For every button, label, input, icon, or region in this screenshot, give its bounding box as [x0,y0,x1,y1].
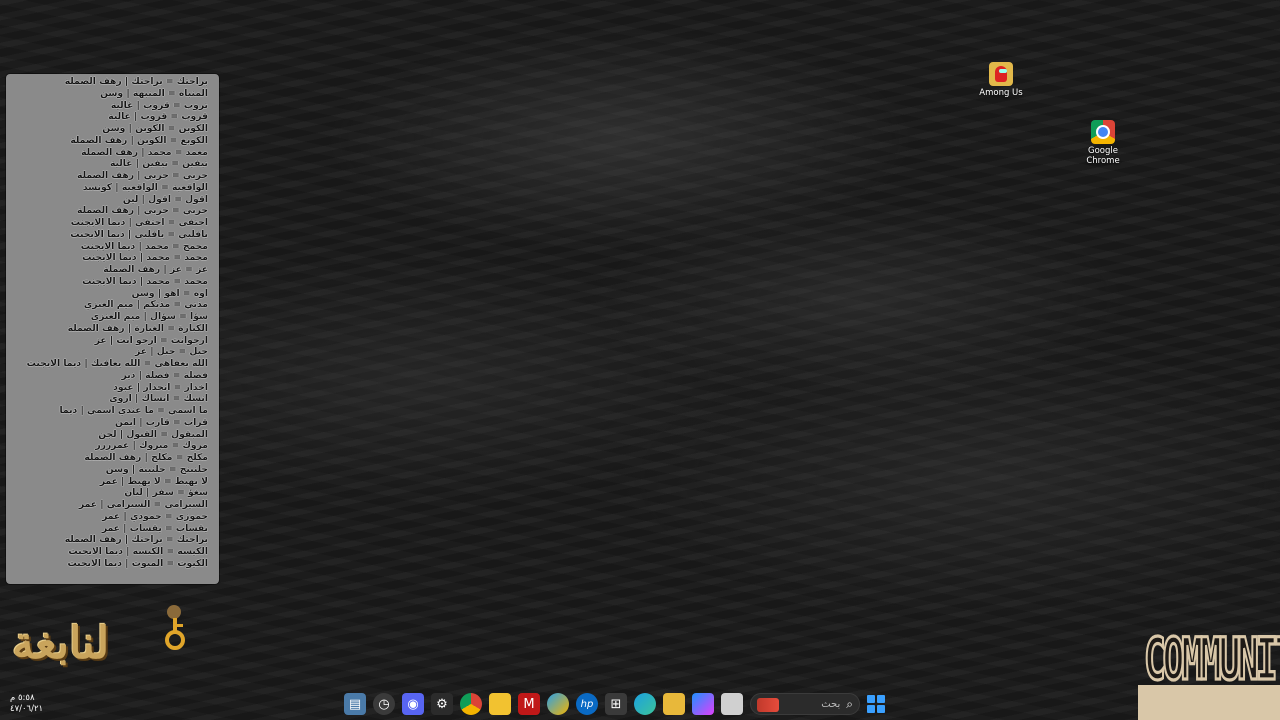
clock-app-icon[interactable]: ◷ [373,693,395,715]
chat-message-line: براحتك = براحتك | رهف الصملة [64,534,208,546]
chat-message-line: مكلح = مكلح | رهف الصملة [84,452,208,463]
copilot-icon[interactable] [692,693,714,715]
chat-message-line: يافلبي = يافلبي | ديما الايجنت [70,228,208,240]
chat-message-list: براحتك = براحتك | رهف الصملة المنباه = ال… [27,76,208,570]
taskbar-clock[interactable]: ٥:٥٨ م ٤٧/٠٦/٢١ [10,693,43,715]
chat-message-line: سؤا = سؤال | ميم العنزي [90,311,208,322]
chat-overlay-panel: براحتك = براحتك | رهف الصملة المنباه = ال… [6,74,219,584]
chat-message-line: اخدار = انحدار | عبود [113,381,208,393]
chat-message-line: تروب = قروب | غالية [110,99,208,111]
clock-time: ٥:٥٨ م [10,693,35,703]
chat-message-line: المنباه = المنبهة | وسن [100,87,208,99]
chat-message-line: الله يعفاهي = الله يعافيك | ديما الايجنت [26,358,208,369]
chat-message-line: تيفين = تيفين | غالية [109,158,208,170]
chat-message-line: الكوبع = الكوبن | رهف الصملة [70,134,208,146]
chat-message-line: انسك = انساك | اروى [109,393,208,405]
among-us-icon [989,62,1013,86]
settings-icon[interactable]: ⚙ [431,693,453,715]
chat-message-line: قروب = قروب | غالية [108,111,208,123]
file-explorer-icon[interactable] [663,693,685,715]
chat-message-line: عز = عز | رهف الصملة [103,264,208,275]
app-window-icon[interactable]: ▤ [344,693,366,715]
chat-message-line: قراب = قارب | ايمن [115,416,208,428]
chat-message-line: محمد = محمد | ديما الايجنت [82,275,208,287]
chat-message-line: فصلة = فصلة | ذير [121,369,208,381]
chat-message-line: الكيسه = الكيسه | ديما الايجنت [68,546,208,557]
chat-message-line: ارجوانت = ارجو انت | عز [94,334,208,346]
chat-message-line: سغؤ = سفر | ليان [124,487,208,499]
chat-message-line: الكيوت = الميوت | ديما الايجنت [67,557,208,569]
start-button[interactable] [867,695,885,713]
chat-message-line: حربي = حربي | رهف الصملة [77,170,208,181]
chrome-icon [1091,120,1115,144]
key-icon [165,605,185,650]
discord-icon[interactable]: ◉ [402,693,424,715]
chat-message-line: اقول = اقول | لين [122,193,208,205]
taskbar: ▤ ◷ ◉ ⚙ M hp ⊞ بحث ⌕ [344,690,885,718]
community-badge: COMMUNITY [1138,626,1280,720]
task-view-icon[interactable] [721,693,743,715]
chat-message-line: يقساب = يقساب | عمر [101,522,208,534]
chat-message-line: حموزي = حمودي | عمر [102,510,208,522]
chat-message-line: المبقول = القبول | لجن [98,428,208,440]
chat-message-line: حلنبنج = حلنبنة | وسن [105,463,208,475]
chat-message-line: مروك = مبروك | عمرررر [95,440,208,452]
chat-message-line: حبل = حبل | عز [135,346,208,358]
chat-message-line: احتفي = احتفي | ديما الايجنت [70,217,208,228]
chat-message-line: الكبارة = الغبارة | رهف الصملة [67,322,208,334]
search-placeholder: بحث [821,698,841,710]
desktop-icon-among-us[interactable]: Among Us [961,62,1041,98]
chat-message-line: مذتي = مذتكم | ميم العنزي [83,299,208,311]
desktop-icon-label: Google Chrome [1086,146,1120,166]
search-icon: ⌕ [846,696,853,711]
chat-message-line: براحتك = براحتك | رهف الصملة [64,76,208,87]
chat-message-line: لا يهبط = لا يهبط | عمر [99,475,208,487]
chat-message-line: الواقعية = الواقعية | كونسد [82,181,208,193]
store-icon[interactable]: ⊞ [605,693,627,715]
desktop-icon-google-chrome[interactable]: Google Chrome [1063,120,1143,166]
notes-icon[interactable] [489,693,511,715]
clock-date: ٤٧/٠٦/٢١ [10,704,44,714]
mcafee-icon[interactable]: M [518,693,540,715]
hp-icon[interactable]: hp [576,693,598,715]
chat-message-line: حربي = حربي | رهف الصملة [77,205,208,217]
community-badge-text: COMMUNITY [1143,626,1280,695]
chat-message-line: محمج = محمد | ديما الايجنت [80,240,208,252]
chat-message-line: معمد = محمد | رهف الصملة [81,146,208,158]
chat-message-line: اوه = اهو | وسن [131,287,208,299]
search-highlight-icon [757,698,779,712]
taskbar-search[interactable]: بحث ⌕ [750,693,860,715]
chrome-icon[interactable] [460,693,482,715]
desktop-icon-label: Among Us [979,88,1023,98]
logo-text: لنابغة [12,618,110,669]
chat-message-line: محمد = محمد | ديما الايجنت [82,252,208,264]
edge-alt-icon[interactable] [547,693,569,715]
chat-message-line: السيرامي = السيرامي | عمر [78,499,208,510]
chat-message-line: ما اسمي = ما عندي اسمي | ديما [59,405,208,416]
brand-logo: لنابغة [12,598,192,688]
edge-icon[interactable] [634,693,656,715]
chat-message-line: الكوبن = الكوبن | وسن [102,123,208,134]
